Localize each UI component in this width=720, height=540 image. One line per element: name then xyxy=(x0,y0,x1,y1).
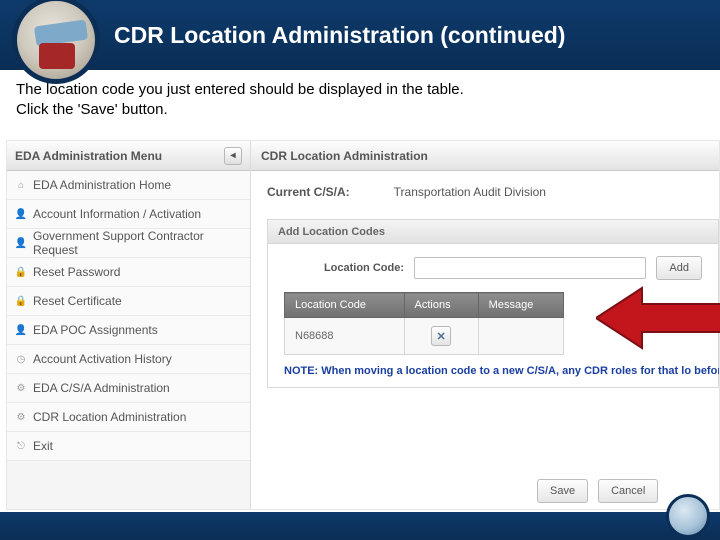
location-code-row: Location Code: Add xyxy=(284,256,702,280)
exit-icon: ⎋ xyxy=(15,440,27,452)
th-actions: Actions xyxy=(404,293,478,318)
add-location-panel: Add Location Codes Location Code: Add Lo… xyxy=(267,219,719,388)
sidebar-item-exit[interactable]: ⎋ Exit xyxy=(7,432,250,461)
location-table: Location Code Actions Message N68688 ✕ xyxy=(284,292,564,355)
instruction-block: The location code you just entered shoul… xyxy=(0,70,720,127)
lock-icon: 🔒 xyxy=(15,266,27,278)
user-icon: 👤 xyxy=(15,324,27,336)
cancel-button[interactable]: Cancel xyxy=(598,479,658,503)
csa-label: Current C/S/A: xyxy=(267,185,350,199)
sidebar-collapse-button[interactable]: ◂ xyxy=(224,147,242,165)
panel-body: Location Code: Add Location Code Actions… xyxy=(268,244,718,387)
sidebar-item-label: Exit xyxy=(33,439,53,453)
footer-seal xyxy=(666,494,710,538)
slide-title: CDR Location Administration (continued) xyxy=(114,22,565,49)
sidebar-title: EDA Administration Menu xyxy=(15,149,162,163)
cell-message xyxy=(478,318,563,355)
cell-actions: ✕ xyxy=(404,318,478,355)
gear-icon: ⚙ xyxy=(15,411,27,423)
sidebar-item-eda-administration-home[interactable]: ⌂ EDA Administration Home xyxy=(7,171,250,200)
sidebar-item-label: EDA POC Assignments xyxy=(33,323,158,337)
gear-icon: ⚙ xyxy=(15,382,27,394)
sidebar-item-reset-password[interactable]: 🔒 Reset Password xyxy=(7,258,250,287)
action-button-row: Save Cancel xyxy=(537,479,658,503)
save-button[interactable]: Save xyxy=(537,479,588,503)
sidebar: EDA Administration Menu ◂ ⌂ EDA Administr… xyxy=(7,141,251,509)
th-location-code: Location Code xyxy=(285,293,405,318)
slide-header: CDR Location Administration (continued) xyxy=(0,0,720,70)
sidebar-item-label: Government Support Contractor Request xyxy=(33,229,242,257)
sidebar-item-label: Reset Certificate xyxy=(33,294,122,308)
panel-header: Add Location Codes xyxy=(268,220,718,244)
csa-row: Current C/S/A: Transportation Audit Divi… xyxy=(251,171,719,213)
home-icon: ⌂ xyxy=(15,179,27,191)
user-icon: 👤 xyxy=(15,208,27,220)
instruction-line-1: The location code you just entered shoul… xyxy=(16,80,704,100)
app-screenshot: EDA Administration Menu ◂ ⌂ EDA Administr… xyxy=(6,140,720,510)
sidebar-item-account-information-activation[interactable]: 👤 Account Information / Activation xyxy=(7,200,250,229)
user-icon: 👤 xyxy=(15,237,27,249)
sidebar-titlebar: EDA Administration Menu ◂ xyxy=(7,141,250,171)
sidebar-item-account-activation-history[interactable]: ◷ Account Activation History xyxy=(7,345,250,374)
sidebar-item-label: Reset Password xyxy=(33,265,120,279)
sidebar-item-eda-c-s-a-administration[interactable]: ⚙ EDA C/S/A Administration xyxy=(7,374,250,403)
sidebar-item-label: CDR Location Administration xyxy=(33,410,186,424)
sidebar-item-label: Account Activation History xyxy=(33,352,172,366)
sidebar-item-label: EDA Administration Home xyxy=(33,178,171,192)
instruction-line-2: Click the 'Save' button. xyxy=(16,100,704,120)
sidebar-item-label: EDA C/S/A Administration xyxy=(33,381,170,395)
lock-icon: 🔒 xyxy=(15,295,27,307)
sidebar-item-label: Account Information / Activation xyxy=(33,207,201,221)
add-button[interactable]: Add xyxy=(656,256,702,280)
agency-seal xyxy=(12,0,100,84)
cell-location-code: N68688 xyxy=(285,318,405,355)
location-code-label: Location Code: xyxy=(284,262,404,274)
th-message: Message xyxy=(478,293,563,318)
remove-row-button[interactable]: ✕ xyxy=(431,326,451,346)
sidebar-item-eda-poc-assignments[interactable]: 👤 EDA POC Assignments xyxy=(7,316,250,345)
main-titlebar: CDR Location Administration xyxy=(251,141,719,171)
sidebar-item-government-support-contractor-request[interactable]: 👤 Government Support Contractor Request xyxy=(7,229,250,258)
note-text: NOTE: When moving a location code to a n… xyxy=(284,365,702,377)
table-row: N68688 ✕ xyxy=(285,318,564,355)
slide-footer xyxy=(0,512,720,540)
main-title: CDR Location Administration xyxy=(261,149,428,163)
location-code-input[interactable] xyxy=(414,257,646,279)
clock-icon: ◷ xyxy=(15,353,27,365)
main-panel: CDR Location Administration Current C/S/… xyxy=(251,141,719,509)
sidebar-item-cdr-location-administration[interactable]: ⚙ CDR Location Administration xyxy=(7,403,250,432)
sidebar-item-reset-certificate[interactable]: 🔒 Reset Certificate xyxy=(7,287,250,316)
csa-value: Transportation Audit Division xyxy=(394,185,546,199)
